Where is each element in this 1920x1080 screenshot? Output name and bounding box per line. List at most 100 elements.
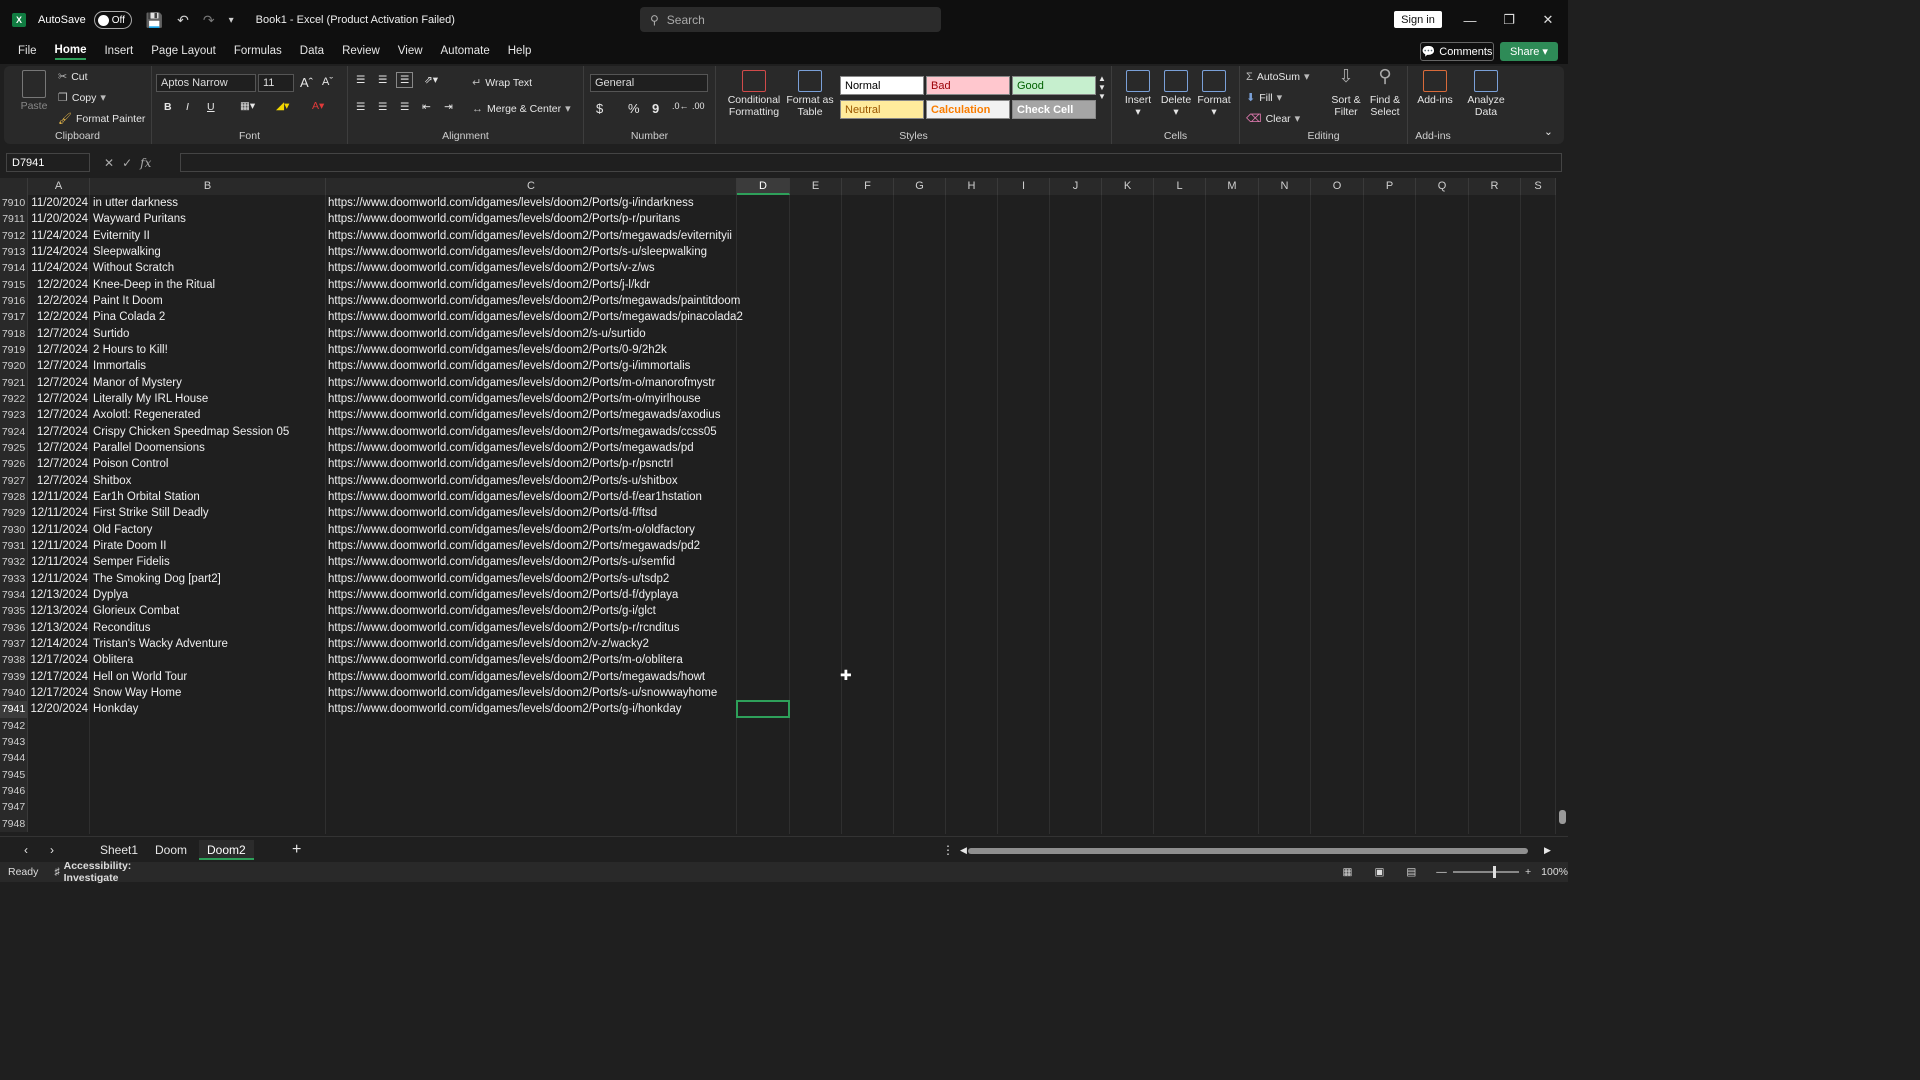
- menu-insert[interactable]: Insert: [104, 45, 133, 59]
- increase-indent-icon[interactable]: ⇥: [444, 101, 453, 113]
- url-cell[interactable]: https://www.doomworld.com/idgames/levels…: [328, 522, 768, 538]
- url-cell[interactable]: https://www.doomworld.com/idgames/levels…: [328, 456, 768, 472]
- row-header[interactable]: 7948: [0, 815, 28, 832]
- title-cell[interactable]: in utter darkness: [93, 195, 325, 211]
- column-header-p[interactable]: P: [1364, 178, 1416, 195]
- fill-color-icon[interactable]: ◢▾: [276, 100, 289, 112]
- date-cell[interactable]: 12/11/2024: [28, 571, 90, 587]
- delete-cells-button[interactable]: Delete ▾: [1156, 70, 1196, 118]
- date-cell[interactable]: 12/7/2024: [28, 407, 90, 423]
- date-cell[interactable]: 12/7/2024: [28, 342, 90, 358]
- wrap-text-button[interactable]: ↵ Wrap Text: [472, 76, 532, 90]
- row-header[interactable]: 7928: [0, 488, 28, 506]
- column-header-g[interactable]: G: [894, 178, 946, 195]
- date-cell[interactable]: 12/14/2024: [28, 636, 90, 652]
- merge-center-button[interactable]: ↔ Merge & Center ▾: [472, 102, 571, 116]
- url-cell[interactable]: https://www.doomworld.com/idgames/levels…: [328, 571, 768, 587]
- title-cell[interactable]: Immortalis: [93, 358, 325, 374]
- page-layout-view-icon[interactable]: ▣: [1374, 866, 1384, 878]
- date-cell[interactable]: 12/13/2024: [28, 620, 90, 636]
- cancel-icon[interactable]: ✕: [104, 156, 114, 170]
- row-header[interactable]: 7926: [0, 456, 28, 473]
- menu-formulas[interactable]: Formulas: [234, 45, 282, 59]
- url-cell[interactable]: https://www.doomworld.com/idgames/levels…: [328, 358, 768, 374]
- zoom-slider[interactable]: [1452, 866, 1519, 878]
- title-cell[interactable]: Dyplya: [93, 587, 325, 603]
- row-header[interactable]: 7913: [0, 243, 28, 261]
- row-header[interactable]: 7910: [0, 195, 28, 212]
- url-cell[interactable]: https://www.doomworld.com/idgames/levels…: [328, 228, 768, 244]
- title-cell[interactable]: Paint It Doom: [93, 293, 325, 309]
- row-header[interactable]: 7937: [0, 635, 28, 653]
- date-cell[interactable]: 12/17/2024: [28, 652, 90, 668]
- date-cell[interactable]: 12/2/2024: [28, 309, 90, 325]
- row-header[interactable]: 7929: [0, 505, 28, 522]
- redo-icon[interactable]: ↷: [203, 12, 215, 29]
- date-cell[interactable]: 12/7/2024: [28, 391, 90, 407]
- row-header[interactable]: 7940: [0, 684, 28, 702]
- paste-button[interactable]: Paste: [14, 70, 54, 112]
- title-cell[interactable]: Pirate Doom II: [93, 538, 325, 554]
- insert-function-icon[interactable]: fx: [140, 156, 151, 170]
- title-cell[interactable]: Axolotl: Regenerated: [93, 407, 325, 423]
- url-cell[interactable]: https://www.doomworld.com/idgames/levels…: [328, 195, 768, 211]
- date-cell[interactable]: 12/11/2024: [28, 538, 90, 554]
- sheet-tab-doom2[interactable]: Doom2: [199, 840, 254, 860]
- menu-help[interactable]: Help: [508, 45, 532, 59]
- row-header[interactable]: 7943: [0, 733, 28, 751]
- page-break-view-icon[interactable]: ▤: [1406, 866, 1416, 878]
- url-cell[interactable]: https://www.doomworld.com/idgames/levels…: [328, 326, 768, 342]
- url-cell[interactable]: https://www.doomworld.com/idgames/levels…: [328, 554, 768, 570]
- bold-button[interactable]: B: [164, 101, 172, 113]
- select-all-corner[interactable]: [0, 178, 28, 195]
- title-cell[interactable]: Tristan's Wacky Adventure: [93, 636, 325, 652]
- row-header[interactable]: 7925: [0, 439, 28, 457]
- sheet-tab-sheet1[interactable]: Sheet1: [92, 840, 146, 860]
- title-cell[interactable]: Snow Way Home: [93, 685, 325, 701]
- row-header[interactable]: 7918: [0, 325, 28, 342]
- date-cell[interactable]: 12/7/2024: [28, 456, 90, 472]
- column-header-k[interactable]: K: [1102, 178, 1154, 195]
- row-header[interactable]: 7911: [0, 211, 28, 228]
- url-cell[interactable]: https://www.doomworld.com/idgames/levels…: [328, 489, 768, 505]
- decrease-indent-icon[interactable]: ⇤: [422, 101, 431, 113]
- next-sheet-icon[interactable]: ›: [42, 840, 62, 860]
- title-cell[interactable]: Poison Control: [93, 456, 325, 472]
- title-cell[interactable]: Knee-Deep in the Ritual: [93, 277, 325, 293]
- row-header[interactable]: 7914: [0, 260, 28, 277]
- column-header-r[interactable]: R: [1469, 178, 1521, 195]
- format-painter-button[interactable]: 🖌 Format Painter: [58, 112, 145, 126]
- menu-automate[interactable]: Automate: [441, 45, 490, 59]
- column-header-i[interactable]: I: [998, 178, 1050, 195]
- borders-icon[interactable]: ▦▾: [240, 100, 255, 112]
- sheet-tab-doom[interactable]: Doom: [147, 840, 195, 860]
- gallery-scroll-icon[interactable]: ▲ ▼ ▼: [1098, 74, 1106, 101]
- date-cell[interactable]: 11/24/2024: [28, 260, 90, 276]
- date-cell[interactable]: 12/2/2024: [28, 293, 90, 309]
- menu-page-layout[interactable]: Page Layout: [151, 45, 216, 59]
- url-cell[interactable]: https://www.doomworld.com/idgames/levels…: [328, 293, 768, 309]
- date-cell[interactable]: 11/24/2024: [28, 244, 90, 260]
- date-cell[interactable]: 11/20/2024: [28, 211, 90, 227]
- url-cell[interactable]: https://www.doomworld.com/idgames/levels…: [328, 701, 768, 717]
- add-sheet-icon[interactable]: +: [284, 840, 309, 860]
- decrease-decimal-icon[interactable]: .00: [692, 101, 705, 111]
- row-header[interactable]: 7944: [0, 750, 28, 767]
- customize-qat-icon[interactable]: ▾: [229, 15, 234, 26]
- row-header[interactable]: 7919: [0, 341, 28, 359]
- date-cell[interactable]: 12/7/2024: [28, 440, 90, 456]
- shrink-font-icon[interactable]: Aˇ: [322, 76, 333, 88]
- menu-home[interactable]: Home: [54, 44, 87, 60]
- url-cell[interactable]: https://www.doomworld.com/idgames/levels…: [328, 375, 768, 391]
- row-header[interactable]: 7936: [0, 619, 28, 636]
- save-icon[interactable]: 💾: [146, 12, 163, 29]
- search-box[interactable]: ⚲ Search: [640, 7, 941, 32]
- title-cell[interactable]: Wayward Puritans: [93, 211, 325, 227]
- row-header[interactable]: 7939: [0, 668, 28, 685]
- add-ins-button[interactable]: Add-ins: [1412, 70, 1458, 106]
- title-cell[interactable]: Honkday: [93, 701, 325, 717]
- font-color-icon[interactable]: A▾: [312, 100, 324, 112]
- date-cell[interactable]: 12/2/2024: [28, 277, 90, 293]
- cell-style-calculation[interactable]: Calculation: [926, 100, 1010, 119]
- url-cell[interactable]: https://www.doomworld.com/idgames/levels…: [328, 277, 768, 293]
